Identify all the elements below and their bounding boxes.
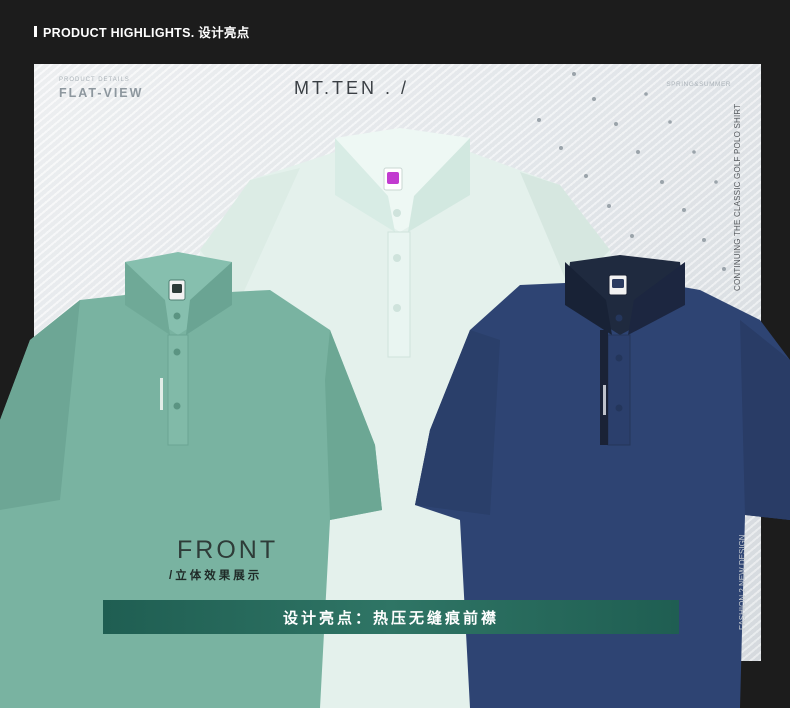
vertical-caption-2: FASHION 2 NEW DESIGN — [738, 470, 750, 630]
highlight-banner-text: 设计亮点：热压无缝痕前襟 — [282, 609, 499, 627]
highlight-banner: 设计亮点：热压无缝痕前襟 — [103, 600, 679, 634]
front-subtitle: /立体效果展示 — [169, 570, 263, 582]
front-title: FRONT — [177, 536, 279, 564]
vertical-caption-2-text: FASHION 2 NEW DESIGN — [738, 534, 747, 630]
